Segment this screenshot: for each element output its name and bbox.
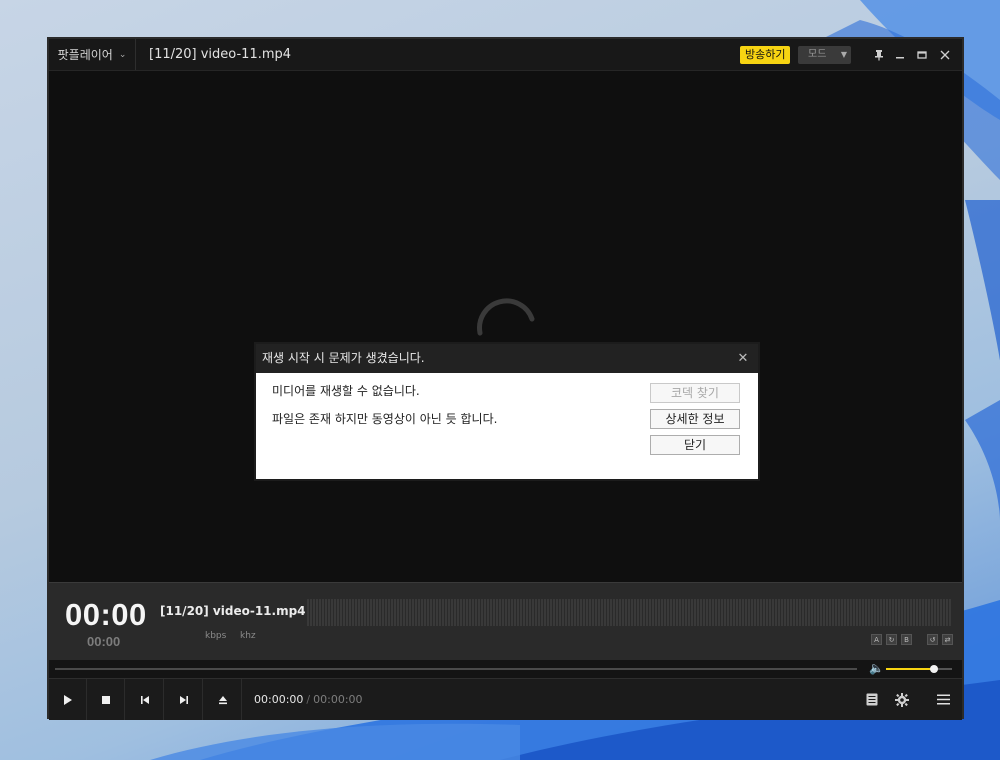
broadcast-button[interactable]: 방송하기	[740, 46, 791, 64]
close-button[interactable]	[934, 39, 956, 70]
maximize-button[interactable]	[911, 39, 933, 70]
play-button[interactable]	[49, 679, 87, 720]
mode-dropdown[interactable]: 모드 ▼	[798, 46, 851, 64]
eject-icon	[218, 695, 227, 704]
gear-icon	[895, 692, 909, 707]
previous-icon	[140, 695, 149, 704]
audio-spectrum	[307, 599, 952, 626]
settings-button[interactable]	[888, 679, 916, 720]
pin-icon	[875, 49, 883, 60]
find-codec-button[interactable]: 코덱 찾기	[650, 383, 740, 403]
total-time: 00:00:00	[313, 693, 363, 706]
shuffle-icon[interactable]: ⇄	[942, 634, 953, 645]
control-bar: 00:00:00/00:00:00	[49, 678, 962, 720]
app-menu-button[interactable]: 팟플레이어 ⌄	[49, 39, 136, 70]
stop-icon	[101, 695, 110, 704]
dialog-close-icon[interactable]: ✕	[734, 344, 752, 373]
details-button[interactable]: 상세한 정보	[650, 409, 740, 429]
eject-button[interactable]	[204, 679, 242, 720]
maximize-icon	[917, 50, 927, 59]
repeat-ab-icon[interactable]: ↻	[886, 634, 897, 645]
total-time-display: 00:00	[87, 634, 121, 649]
minimize-icon	[896, 56, 904, 58]
potplayer-window: 팟플레이어 ⌄ [11/20] video-11.mp4 방송하기 모드 ▼ 재…	[47, 37, 964, 720]
seek-row: 🔈	[49, 660, 962, 678]
mode-label: 모드	[808, 49, 827, 60]
volume-slider[interactable]	[886, 665, 952, 673]
current-time: 00:00:00	[254, 693, 304, 706]
stop-button[interactable]	[87, 679, 125, 720]
bitrate-label: kbps	[205, 631, 227, 641]
pin-button[interactable]	[868, 39, 890, 70]
main-menu-button[interactable]	[929, 679, 957, 720]
playlist-icon	[866, 693, 878, 706]
next-icon	[179, 695, 188, 704]
elapsed-time-display: 00:00	[65, 597, 147, 632]
app-menu-label: 팟플레이어	[57, 48, 113, 62]
volume-icon[interactable]: 🔈	[869, 661, 884, 675]
error-dialog: 재생 시작 시 문제가 생겼습니다. ✕ 미디어를 재생할 수 없습니다. 파일…	[254, 342, 760, 481]
close-icon	[940, 50, 950, 59]
dropdown-caret-icon: ▼	[840, 50, 847, 59]
window-title: [11/20] video-11.mp4	[149, 47, 292, 62]
info-panel: 00:00 00:00 [11/20] video-11.mp4 kbps kh…	[49, 582, 962, 660]
dialog-title: 재생 시작 시 문제가 생겼습니다.	[256, 344, 758, 373]
dialog-message-2: 파일은 존재 하지만 동영상이 아닌 듯 합니다.	[272, 412, 498, 426]
time-separator: /	[306, 693, 311, 706]
hamburger-menu-icon	[936, 694, 950, 705]
playlist-button[interactable]	[858, 679, 886, 720]
chevron-down-icon: ⌄	[118, 49, 127, 60]
dialog-ok-close-button[interactable]: 닫기	[650, 435, 740, 455]
dialog-message-1: 미디어를 재생할 수 없습니다.	[272, 384, 420, 398]
loop-icon[interactable]: ↺	[927, 634, 938, 645]
track-title: [11/20] video-11.mp4	[160, 604, 306, 618]
volume-fill	[886, 668, 934, 670]
volume-knob[interactable]	[930, 665, 938, 673]
video-area[interactable]: 재생 시작 시 문제가 생겼습니다. ✕ 미디어를 재생할 수 없습니다. 파일…	[49, 71, 962, 582]
repeat-b-button[interactable]: B	[901, 634, 912, 645]
next-button[interactable]	[165, 679, 203, 720]
time-readout: 00:00:00/00:00:00	[254, 679, 363, 720]
play-icon	[63, 694, 72, 705]
samplerate-label: khz	[240, 631, 256, 641]
minimize-button[interactable]	[889, 39, 911, 70]
repeat-a-button[interactable]: A	[871, 634, 882, 645]
title-bar: 팟플레이어 ⌄ [11/20] video-11.mp4 방송하기 모드 ▼	[49, 39, 962, 71]
previous-button[interactable]	[126, 679, 164, 720]
seek-bar[interactable]	[55, 668, 857, 670]
